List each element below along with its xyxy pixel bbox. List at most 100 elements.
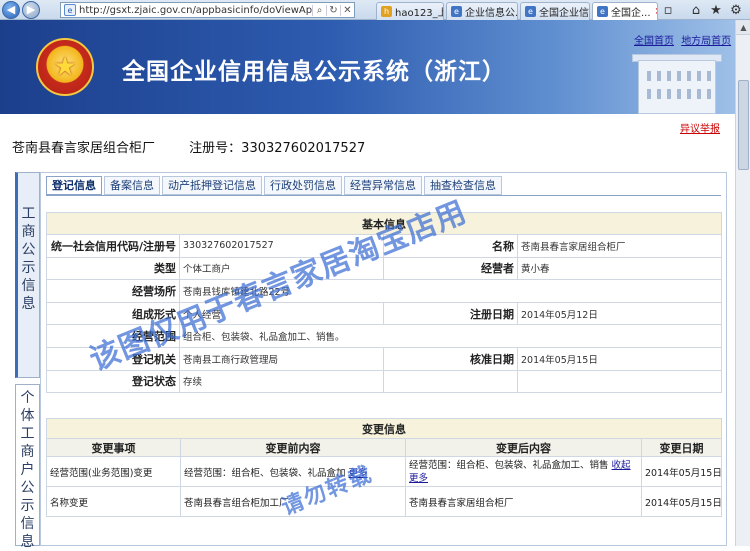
field-label: 登记机关 [46,346,180,371]
field-value: 2014年05月12日 [517,301,722,326]
table-row: 登记机关 苍南县工商行政管理局 核准日期 2014年05月15日 [46,346,722,371]
gov-site-icon: e [451,6,462,17]
browser-tab-hao123[interactable]: h hao123_上... [376,2,444,20]
side-tab-char: 个 [20,390,35,406]
tab-filing-info[interactable]: 备案信息 [104,176,160,195]
scroll-up-icon[interactable]: ▲ [736,20,750,35]
home-icon[interactable]: ⌂ [688,2,704,18]
field-value: 2014年05月15日 [517,346,722,371]
tab-inspection-info[interactable]: 抽查检查信息 [424,176,502,195]
change-after: 经营范围：组合柜、包装袋、礼品盒加工、销售 收起更多 [405,456,642,487]
info-tabs: 登记信息 备案信息 动产抵押登记信息 行政处罚信息 经营异常信息 抽查检查信息 [46,176,504,195]
side-tab-char: 户 [20,462,35,478]
more-link[interactable]: 更多 [349,468,368,479]
stop-icon[interactable]: ✕ [340,4,354,16]
field-label: 组成形式 [46,301,180,326]
field-value: 存续 [179,369,384,394]
side-tab-char: 息 [21,296,36,312]
change-date: 2014年05月15日 [641,486,722,517]
company-name: 苍南县春言家居组合柜厂 [12,141,156,156]
close-tab-icon[interactable]: × [655,6,657,17]
side-tab-char: 工 [21,206,36,222]
tab-registration-info[interactable]: 登记信息 [46,176,102,195]
field-label: 核准日期 [383,346,518,371]
tab-administrative-penalty-info[interactable]: 行政处罚信息 [264,176,342,195]
field-value [517,369,722,394]
change-item: 经营范围(业务范围)变更 [46,456,181,487]
top-links: 全国首页 地方局首页 [634,32,735,47]
change-info-title: 变更信息 [46,418,722,439]
new-tab-icon[interactable]: ▫ [660,2,676,18]
field-label: 经营场所 [46,279,180,303]
address-url[interactable]: http://gsxt.zjaic.gov.cn/appbasicinfo/do… [79,5,312,16]
refresh-icon[interactable]: ↻ [326,4,340,16]
column-header: 变更后内容 [405,438,642,457]
forward-button[interactable]: ▶ [22,0,40,19]
side-tab-commerce-disclosure[interactable]: 工 商 公 示 信 息 [15,172,40,378]
side-tab-char: 公 [21,242,36,258]
table-row: 登记状态 存续 [46,369,722,394]
side-tab-char: 体 [20,408,35,424]
browser-tab-enterprise-info[interactable]: e 企业信息公... [446,2,518,20]
change-before: 苍南县春言组合柜加工厂 [180,486,406,517]
change-after: 苍南县春言家居组合柜厂 [405,486,642,517]
change-info-table: 变更信息 变更事项 变更前内容 变更后内容 变更日期 经营范围(业务范围)变更 … [46,418,722,517]
side-tab-char: 商 [20,444,35,460]
browser-tab-national-enterprise[interactable]: e 全国企业信... [520,2,590,20]
gov-site-icon: e [597,6,608,17]
table-row: 经营场所 苍南县钱库镇建北路22号 [46,279,722,303]
browser-tab-active[interactable]: e 全国企... × [592,2,658,20]
field-label: 登记状态 [46,369,180,394]
page-favicon-icon: e [64,4,76,16]
field-value: 苍南县春言家居组合柜厂 [517,234,722,258]
emblem-star-icon: ★ [53,52,77,82]
side-tab-individual-disclosure[interactable]: 个 体 工 商 户 公 示 信 息 [15,384,40,550]
address-bar[interactable]: e http://gsxt.zjaic.gov.cn/appbasicinfo/… [60,2,355,18]
tab-chattel-mortgage-info[interactable]: 动产抵押登记信息 [162,176,262,195]
favorites-star-icon[interactable]: ★ [708,2,724,18]
field-label: 经营者 [383,256,518,281]
field-value: 330327602017527 [179,234,384,258]
company-header: 苍南县春言家居组合柜厂 注册号：330327602017527 [12,137,365,156]
column-header: 变更前内容 [180,438,406,457]
national-emblem-icon: ★ [36,38,94,96]
table-row: 类型 个体工商户 经营者 黄小春 [46,256,722,281]
basic-info-table: 基本信息 统一社会信用代码/注册号 330327602017527 名称 苍南县… [46,212,722,394]
site-banner: ★ 全国企业信用信息公示系统（浙江） [0,20,735,114]
objection-report-link[interactable]: 异议举报 [680,120,720,135]
column-header: 变更日期 [641,438,722,457]
side-tab-char: 息 [20,534,35,550]
field-label [383,369,518,394]
building-illustration [620,50,732,114]
gov-site-icon: e [525,6,536,17]
tabs-divider [46,195,721,196]
field-value: 黄小春 [517,256,722,281]
registration-label: 注册号： [189,141,242,156]
national-home-link[interactable]: 全国首页 [634,36,674,47]
field-label: 统一社会信用代码/注册号 [46,234,180,258]
local-bureau-home-link[interactable]: 地方局首页 [681,36,731,47]
table-row: 统一社会信用代码/注册号 330327602017527 名称 苍南县春言家居组… [46,234,722,258]
table-row: 名称变更 苍南县春言组合柜加工厂 苍南县春言家居组合柜厂 2014年05月15日 [46,486,722,517]
side-tab-char: 商 [21,224,36,240]
field-label: 类型 [46,256,180,281]
browser-tab-label: 全国企... [611,8,651,19]
page-scrollbar[interactable]: ▲ [735,20,750,546]
change-date: 2014年05月15日 [641,456,722,487]
back-button[interactable]: ◀ [2,0,20,19]
field-value: 个人经营 [179,301,384,326]
change-before-text: 经营范围：组合柜、包装袋、礼品盒加 [184,467,346,479]
browser-tab-label: 全国企业信... [539,8,589,19]
settings-gear-icon[interactable]: ⚙ [728,2,744,18]
tab-abnormal-operation-info[interactable]: 经营异常信息 [344,176,422,195]
search-icon[interactable]: ⌕ [312,4,326,16]
side-tab-char: 信 [21,278,36,294]
site-title: 全国企业信用信息公示系统（浙江） [122,59,506,85]
scroll-thumb[interactable] [738,80,749,170]
browser-tab-label: hao123_上... [395,8,443,19]
registration-number: 330327602017527 [241,141,366,156]
side-tab-char: 工 [20,426,35,442]
table-row: 经营范围 组合柜、包装袋、礼品盒加工、销售。 [46,324,722,348]
field-value: 苍南县钱库镇建北路22号 [179,279,722,303]
field-value: 组合柜、包装袋、礼品盒加工、销售。 [179,324,722,348]
